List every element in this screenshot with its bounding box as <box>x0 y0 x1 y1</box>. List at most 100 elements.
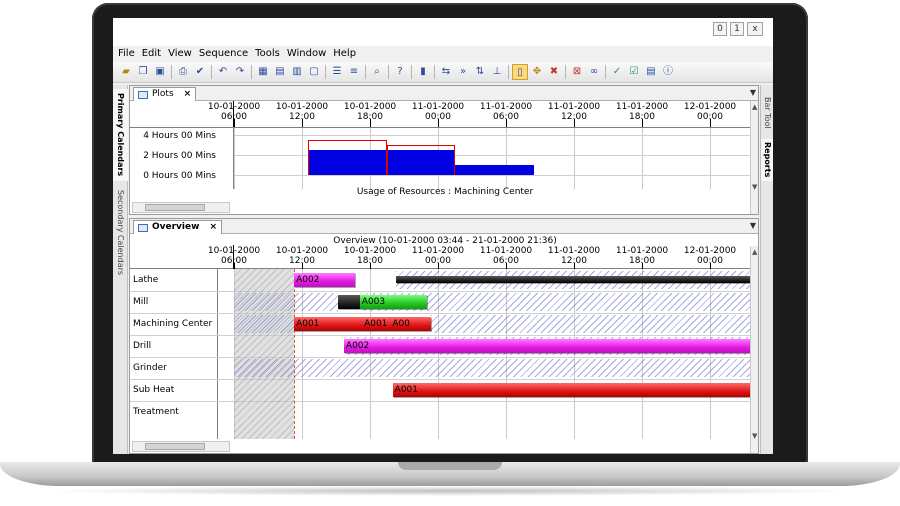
operation-bar[interactable]: A001 <box>362 317 391 331</box>
scroll-thumb[interactable] <box>145 443 205 450</box>
resource-list: Lathe Mill Machining Center Drill Grinder Sub… <box>130 269 218 439</box>
overview-vertical-scrollbar[interactable]: ▲ ▼ <box>750 246 758 453</box>
schedule-icon[interactable]: ⇆ <box>438 64 454 80</box>
minimize-button[interactable]: 0 <box>713 22 727 36</box>
forward-icon[interactable]: » <box>455 64 471 80</box>
plot-gridline <box>302 128 303 189</box>
help-icon[interactable]: ? <box>392 64 408 80</box>
overview-horizontal-scrollbar[interactable] <box>132 441 230 452</box>
menu-window[interactable]: Window <box>287 46 326 62</box>
timescale-tick <box>233 101 234 127</box>
operation-bar[interactable] <box>338 295 360 309</box>
menu-view[interactable]: View <box>168 46 192 62</box>
sequence-icon[interactable]: ≡ <box>346 64 362 80</box>
tab-secondary-calendars[interactable]: Secondary Calendars <box>113 185 128 281</box>
report-icon[interactable]: ▤ <box>643 64 659 80</box>
close-plots-icon[interactable]: × <box>184 88 192 101</box>
document-icon[interactable]: ▮ <box>415 64 431 80</box>
row-divider <box>130 379 750 380</box>
save-icon[interactable]: ▣ <box>152 64 168 80</box>
timescale-date: 10-01-2000 <box>343 246 397 256</box>
find-icon[interactable]: ⌕ <box>369 64 385 80</box>
y-tick-label: 4 Hours 00 Mins <box>143 131 216 141</box>
timescale-date: 11-01-2000 <box>547 102 601 112</box>
scroll-thumb[interactable] <box>145 204 205 211</box>
scroll-down-icon[interactable]: ▼ <box>752 183 757 191</box>
restore-button[interactable]: 1 <box>730 22 744 36</box>
menu-file[interactable]: File <box>118 46 135 62</box>
menu-tools[interactable]: Tools <box>255 46 280 62</box>
clear-icon[interactable]: ⊠ <box>569 64 585 80</box>
timescale-date: 11-01-2000 <box>615 246 669 256</box>
undo-icon[interactable]: ↶ <box>215 64 231 80</box>
operation-bar[interactable]: A002 <box>294 273 356 287</box>
timescale-date: 12-01-2000 <box>683 102 737 112</box>
close-button[interactable]: x <box>747 22 763 36</box>
timescale-date: 10-01-2000 <box>343 102 397 112</box>
confirm-icon[interactable]: ✓ <box>609 64 625 80</box>
operation-bar[interactable] <box>396 276 750 283</box>
plot-gridline <box>234 175 750 176</box>
toolbar-separator <box>565 65 566 79</box>
window-icon[interactable]: ▢ <box>306 64 322 80</box>
gantt-icon[interactable]: ☰ <box>329 64 345 80</box>
toolbar-separator <box>325 65 326 79</box>
menu-help[interactable]: Help <box>333 46 356 62</box>
operation-bar[interactable]: A001 <box>392 383 750 397</box>
toolbar-separator <box>434 65 435 79</box>
move-icon[interactable]: ✥ <box>529 64 545 80</box>
timescale-tick <box>234 119 235 127</box>
info-icon[interactable]: ⓘ <box>660 64 676 80</box>
timescale-date: 11-01-2000 <box>411 246 465 256</box>
toolbar-separator <box>171 65 172 79</box>
timescale-date: 10-01-2000 <box>275 246 329 256</box>
pane-menu-arrow-icon[interactable]: ▼ <box>750 88 756 97</box>
chart-icon[interactable]: ▥ <box>289 64 305 80</box>
operation-bar[interactable]: A001 <box>294 317 363 331</box>
print-icon[interactable]: ⎙ <box>175 64 191 80</box>
redo-icon[interactable]: ↷ <box>232 64 248 80</box>
toolbar-separator <box>605 65 606 79</box>
sort-icon[interactable]: ⇅ <box>472 64 488 80</box>
grid-icon[interactable]: ▦ <box>255 64 271 80</box>
plot-gridline <box>234 135 750 136</box>
menu-edit[interactable]: Edit <box>142 46 161 62</box>
align-icon[interactable]: ⊥ <box>489 64 505 80</box>
open-icon[interactable]: ▰ <box>118 64 134 80</box>
timescale-tick <box>302 119 303 127</box>
menu-sequence[interactable]: Sequence <box>199 46 248 62</box>
plots-vertical-scrollbar[interactable]: ▲ ▼ <box>750 101 758 214</box>
copy-icon[interactable]: ❐ <box>135 64 151 80</box>
plot-gridline <box>506 128 507 189</box>
close-overview-icon[interactable]: × <box>209 221 217 234</box>
link-icon[interactable]: ∞ <box>586 64 602 80</box>
operation-bar[interactable]: A003 <box>359 295 427 309</box>
plot-caption: Usage of Resources : Machining Center <box>356 187 534 197</box>
scroll-up-icon[interactable]: ▲ <box>752 248 757 256</box>
plots-horizontal-scrollbar[interactable] <box>132 202 230 213</box>
tab-reports[interactable]: Reports <box>761 139 773 181</box>
scroll-up-icon[interactable]: ▲ <box>752 103 757 111</box>
check-icon[interactable]: ✔ <box>192 64 208 80</box>
plot-icon <box>138 90 148 99</box>
tab-bar-tool[interactable]: Bar Tool <box>761 91 773 135</box>
timescale-tick <box>506 119 507 127</box>
operation-bar[interactable]: A00 <box>390 317 432 331</box>
row-divider <box>130 335 750 336</box>
bar-tool-icon[interactable]: ▯ <box>512 64 528 80</box>
scroll-down-icon[interactable]: ▼ <box>752 432 757 440</box>
resource-label: Grinder <box>133 363 167 373</box>
tab-primary-calendars[interactable]: Primary Calendars <box>113 89 128 181</box>
delete-icon[interactable]: ✖ <box>546 64 562 80</box>
timescale-date: 11-01-2000 <box>479 246 533 256</box>
checklist-icon[interactable]: ☑ <box>626 64 642 80</box>
pane-menu-arrow-icon[interactable]: ▼ <box>750 221 756 230</box>
title-bar: 0 1 x <box>113 18 773 46</box>
toolbar: ▰ ❐ ▣ ⎙ ✔ ↶ ↷ ▦ ▤ ▥ ▢ ☰ ≡ ⌕ ? ▮ ⇆ » ⇅ ⊥ … <box>113 62 773 83</box>
timescale-tick <box>370 119 371 127</box>
tab-overview[interactable]: Overview × <box>133 220 222 234</box>
operation-bar[interactable]: A002 <box>343 339 750 353</box>
tab-plots[interactable]: Plots × <box>133 87 197 101</box>
table-icon[interactable]: ▤ <box>272 64 288 80</box>
plots-tab-label: Plots <box>152 89 174 99</box>
